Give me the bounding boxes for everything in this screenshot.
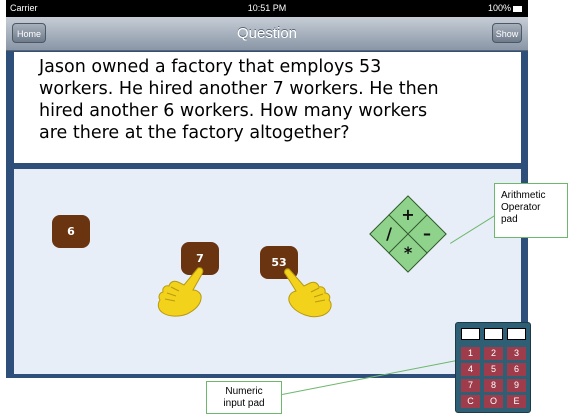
numpad-key-2[interactable]: 2 [484, 347, 503, 360]
page-title: Question [236, 25, 298, 42]
numpad-key-3[interactable]: 3 [507, 347, 526, 360]
numpad-key-7[interactable]: 7 [461, 379, 480, 392]
callout-line: pad [501, 214, 518, 225]
question-text: Jason owned a factory that employs 53 wo… [39, 56, 509, 144]
question-panel: Jason owned a factory that employs 53 wo… [14, 52, 521, 163]
numpad-key-6[interactable]: 6 [507, 363, 526, 376]
pointing-hand-icon [284, 268, 332, 318]
multiply-label: * [403, 243, 413, 262]
numeric-input-pad: 1 2 3 4 5 6 7 8 9 C O E [455, 322, 531, 413]
callout-line: Arithmetic [501, 190, 546, 201]
numpad-key-5[interactable]: 5 [484, 363, 503, 376]
callout-line: Numeric [225, 386, 263, 397]
number-tile[interactable]: 6 [52, 215, 90, 248]
numpad-key-enter[interactable]: E [507, 395, 526, 408]
pointing-hand-icon [157, 267, 204, 317]
numpad-display-cell [507, 328, 526, 340]
question-line: hired another 6 workers. How many worker… [39, 101, 428, 121]
numpad-display-cell [484, 328, 503, 340]
numpad-key-4[interactable]: 4 [461, 363, 480, 376]
question-line: workers. He hired another 7 workers. He … [39, 79, 439, 99]
battery-icon [513, 5, 522, 12]
battery-percent: 100% [487, 3, 511, 13]
numpad-key-8[interactable]: 8 [484, 379, 503, 392]
clock: 10:51 PM [247, 3, 287, 13]
numpad-display-cell [461, 328, 480, 340]
callout-line: input pad [223, 398, 265, 409]
question-line: are there at the factory altogether? [39, 123, 350, 143]
navigation-bar: Home Question Show [6, 17, 528, 51]
show-button[interactable]: Show [492, 23, 522, 43]
numpad-key-9[interactable]: 9 [507, 379, 526, 392]
battery-indicator: 100% [488, 3, 522, 13]
numpad-key-1[interactable]: 1 [461, 347, 480, 360]
question-line: Jason owned a factory that employs 53 [39, 57, 382, 77]
numpad-key-0[interactable]: O [484, 395, 503, 408]
device-frame: Carrier 10:51 PM 100% Home Question Show… [6, 0, 528, 378]
status-bar: Carrier 10:51 PM 100% [6, 0, 528, 17]
numeric-callout: Numeric input pad [206, 381, 282, 414]
callout-line: Operator [501, 202, 541, 213]
arithmetic-operator-pad: + – / * [368, 195, 448, 275]
numpad-key-clear[interactable]: C [461, 395, 480, 408]
arithmetic-callout: Arithmetic Operator pad [494, 183, 568, 238]
